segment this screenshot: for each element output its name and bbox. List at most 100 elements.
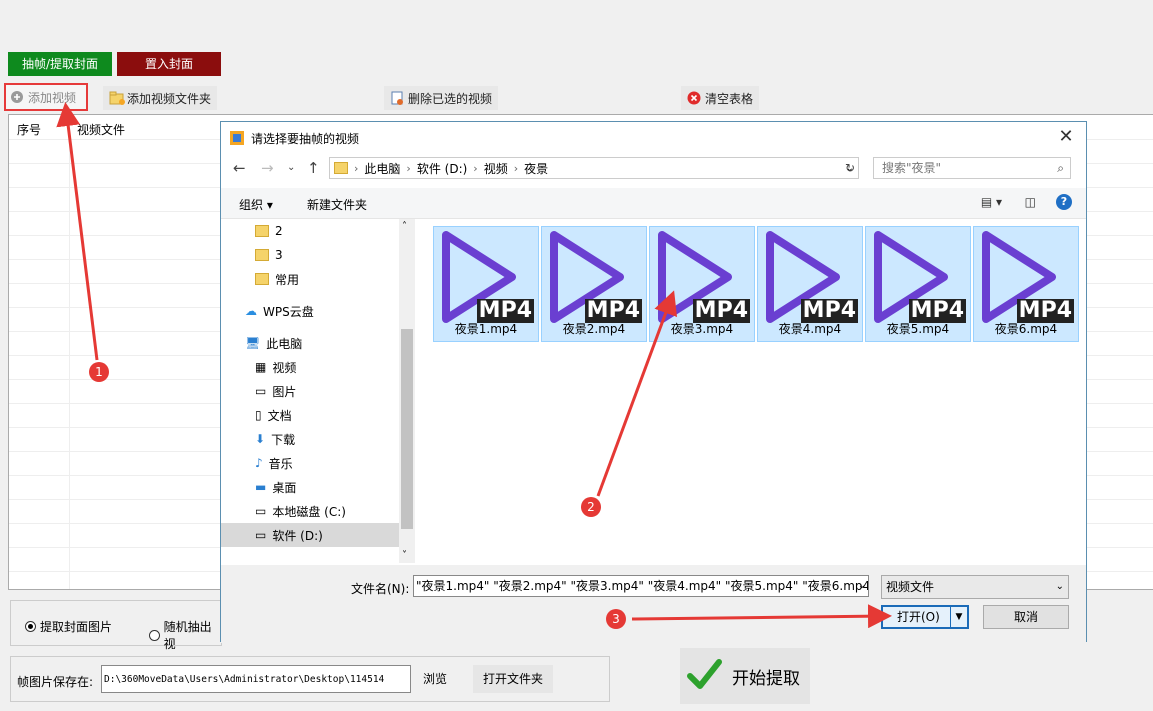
delete-selected-label: 删除已选的视频 xyxy=(408,91,493,106)
annotation-badge-3: 3 xyxy=(606,609,626,629)
download-icon: ⬇ xyxy=(255,432,266,446)
up-arrow-icon[interactable]: ↑ xyxy=(307,159,320,177)
breadcrumb-item[interactable]: 夜景 xyxy=(524,160,548,177)
filename-input[interactable]: "夜景1.mp4" "夜景2.mp4" "夜景3.mp4" "夜景4.mp4" … xyxy=(413,575,869,597)
command-bar: 组织 ▾ 新建文件夹 ▤ ▾ ◫ ? xyxy=(221,188,1086,219)
clear-table-button[interactable]: 清空表格 xyxy=(681,86,760,110)
red-x-icon xyxy=(687,91,701,105)
music-icon: ♪ xyxy=(255,456,263,470)
nav-item-music[interactable]: ♪ 音乐 xyxy=(255,451,293,475)
add-video-label: 添加视频 xyxy=(28,90,77,105)
filename-label: 文件名(N): xyxy=(351,582,410,596)
folder-icon xyxy=(255,273,269,285)
scroll-thumb[interactable] xyxy=(401,329,413,529)
drive-icon: ▭ xyxy=(255,504,267,518)
open-dropdown-arrow-icon[interactable]: ▼ xyxy=(950,607,967,627)
refresh-icon[interactable]: ↻ xyxy=(841,157,859,179)
save-location-label: 帧图片保存在: xyxy=(17,675,94,689)
forward-arrow-icon[interactable]: → xyxy=(261,159,274,177)
clear-table-label: 清空表格 xyxy=(705,91,754,106)
random-frame-radio[interactable]: 随机抽出视 xyxy=(149,618,221,652)
preview-pane-icon[interactable]: ◫ xyxy=(1025,195,1036,209)
column-header-file: 视频文件 xyxy=(77,123,126,137)
extract-cover-radio[interactable]: 提取封面图片 xyxy=(25,618,112,635)
drive-icon: ▭ xyxy=(255,528,267,542)
cancel-button[interactable]: 取消 xyxy=(983,605,1069,629)
recent-chevron-icon[interactable]: ⌄ xyxy=(287,162,295,173)
folder-icon xyxy=(255,249,269,261)
help-icon[interactable]: ? xyxy=(1056,194,1072,210)
address-bar[interactable]: › 此电脑 › 软件 (D:) › 视频 › 夜景 ⌄ xyxy=(329,157,859,179)
breadcrumb-item[interactable]: 视频 xyxy=(484,160,508,177)
new-folder-button[interactable]: 新建文件夹 xyxy=(307,196,367,213)
folder-add-icon xyxy=(109,91,125,105)
folder-icon xyxy=(334,162,348,174)
nav-item-drive-d[interactable]: ▭ 软件 (D:) xyxy=(221,523,399,547)
scroll-up-icon[interactable]: ˄ xyxy=(402,221,407,232)
nav-scrollbar[interactable]: ˄ ˅ xyxy=(399,219,415,563)
open-folder-button[interactable]: 打开文件夹 xyxy=(473,665,553,693)
file-name: 夜景2.mp4 xyxy=(562,322,626,336)
nav-item-documents[interactable]: ▯ 文档 xyxy=(255,403,292,427)
close-icon[interactable]: ✕ xyxy=(1054,126,1078,148)
document-icon: ▯ xyxy=(255,408,262,422)
insert-cover-mode-button[interactable]: 置入封面 xyxy=(117,52,221,76)
extract-cover-mode-button[interactable]: 抽帧/提取封面 xyxy=(8,52,112,76)
start-extract-button[interactable]: 开始提取 xyxy=(680,648,810,704)
nav-item-downloads[interactable]: ⬇ 下载 xyxy=(255,427,295,451)
extract-cover-radio-label: 提取封面图片 xyxy=(40,620,113,634)
search-input[interactable]: 搜索"夜景" ⌕ xyxy=(873,157,1071,179)
add-video-button[interactable]: 添加视频 xyxy=(4,83,88,111)
chevron-down-icon: ⌄ xyxy=(1055,581,1064,592)
dialog-title: 请选择要抽帧的视频 xyxy=(251,132,360,146)
view-options-icon[interactable]: ▤ ▾ xyxy=(981,195,1002,209)
file-type-select[interactable]: 视频文件 ⌄ xyxy=(881,575,1069,599)
start-extract-label: 开始提取 xyxy=(732,668,800,689)
cloud-icon: ☁ xyxy=(245,304,257,318)
file-item[interactable]: MP4 夜景6.mp4 xyxy=(973,226,1079,342)
breadcrumb-item[interactable]: 软件 (D:) xyxy=(417,160,467,177)
breadcrumb-item[interactable]: 此电脑 xyxy=(364,160,400,177)
nav-item-drive-c[interactable]: ▭ 本地磁盘 (C:) xyxy=(255,499,346,523)
random-frame-radio-label: 随机抽出视 xyxy=(163,620,212,651)
chevron-down-icon[interactable]: ⌄ xyxy=(855,575,869,597)
navigation-pane: 2 3 常用 ☁ WPS云盘 🖥 此电脑 ▦ 视频 ▭ 图片 ▯ 文档 ⬇ 下载 ♪ 音乐 ▬… xyxy=(221,219,416,563)
nav-item-desktop[interactable]: ▬ 桌面 xyxy=(255,475,296,499)
open-button[interactable]: 打开(O) ▼ xyxy=(881,605,969,629)
checkmark-icon xyxy=(686,656,722,697)
file-list: MP4 夜景1.mp4 MP4 夜景2.mp4 MP4 夜景3.mp4 MP4 … xyxy=(417,219,1086,563)
folder-icon xyxy=(255,225,269,237)
nav-item-this-pc[interactable]: 🖥 此电脑 xyxy=(245,331,302,355)
open-button-label: 打开(O) xyxy=(897,610,940,624)
browse-button[interactable]: 浏览 xyxy=(415,665,455,693)
video-icon: ▦ xyxy=(255,360,267,374)
file-item[interactable]: MP4 夜景1.mp4 xyxy=(433,226,539,342)
nav-item-folder-2[interactable]: 2 xyxy=(255,219,283,243)
add-circle-icon xyxy=(10,90,24,104)
nav-item-videos[interactable]: ▦ 视频 xyxy=(255,355,296,379)
extract-options-group: 提取封面图片 随机抽出视 xyxy=(10,600,222,651)
annotation-badge-2: 2 xyxy=(581,497,601,517)
save-location-group: 帧图片保存在: D:\360MoveData\Users\Administrat… xyxy=(10,656,610,702)
organize-menu[interactable]: 组织 ▾ xyxy=(239,196,273,213)
file-open-dialog: 请选择要抽帧的视频 ✕ ← → ⌄ ↑ › 此电脑 › 软件 (D:) › 视频… xyxy=(220,121,1087,643)
column-header-index: 序号 xyxy=(17,123,42,137)
delete-selected-button[interactable]: 删除已选的视频 xyxy=(384,86,499,110)
file-item[interactable]: MP4 夜景5.mp4 xyxy=(865,226,971,342)
file-item[interactable]: MP4 夜景3.mp4 xyxy=(649,226,755,342)
file-item[interactable]: MP4 夜景4.mp4 xyxy=(757,226,863,342)
add-video-folder-label: 添加视频文件夹 xyxy=(127,91,212,106)
back-arrow-icon[interactable]: ← xyxy=(233,159,246,177)
nav-item-wps-cloud[interactable]: ☁ WPS云盘 xyxy=(245,299,314,323)
nav-item-folder-3[interactable]: 3 xyxy=(255,243,283,267)
file-name: 夜景6.mp4 xyxy=(994,322,1058,336)
file-item[interactable]: MP4 夜景2.mp4 xyxy=(541,226,647,342)
nav-item-common[interactable]: 常用 xyxy=(255,267,299,291)
nav-item-pictures[interactable]: ▭ 图片 xyxy=(255,379,296,403)
save-path-input[interactable]: D:\360MoveData\Users\Administrator\Deskt… xyxy=(101,665,411,693)
scroll-down-icon[interactable]: ˅ xyxy=(402,550,407,561)
search-placeholder: 搜索"夜景" xyxy=(882,161,942,175)
add-video-folder-button[interactable]: 添加视频文件夹 xyxy=(103,86,218,110)
filename-row: 文件名(N): "夜景1.mp4" "夜景2.mp4" "夜景3.mp4" "夜… xyxy=(221,565,1086,643)
app-icon xyxy=(229,130,245,149)
